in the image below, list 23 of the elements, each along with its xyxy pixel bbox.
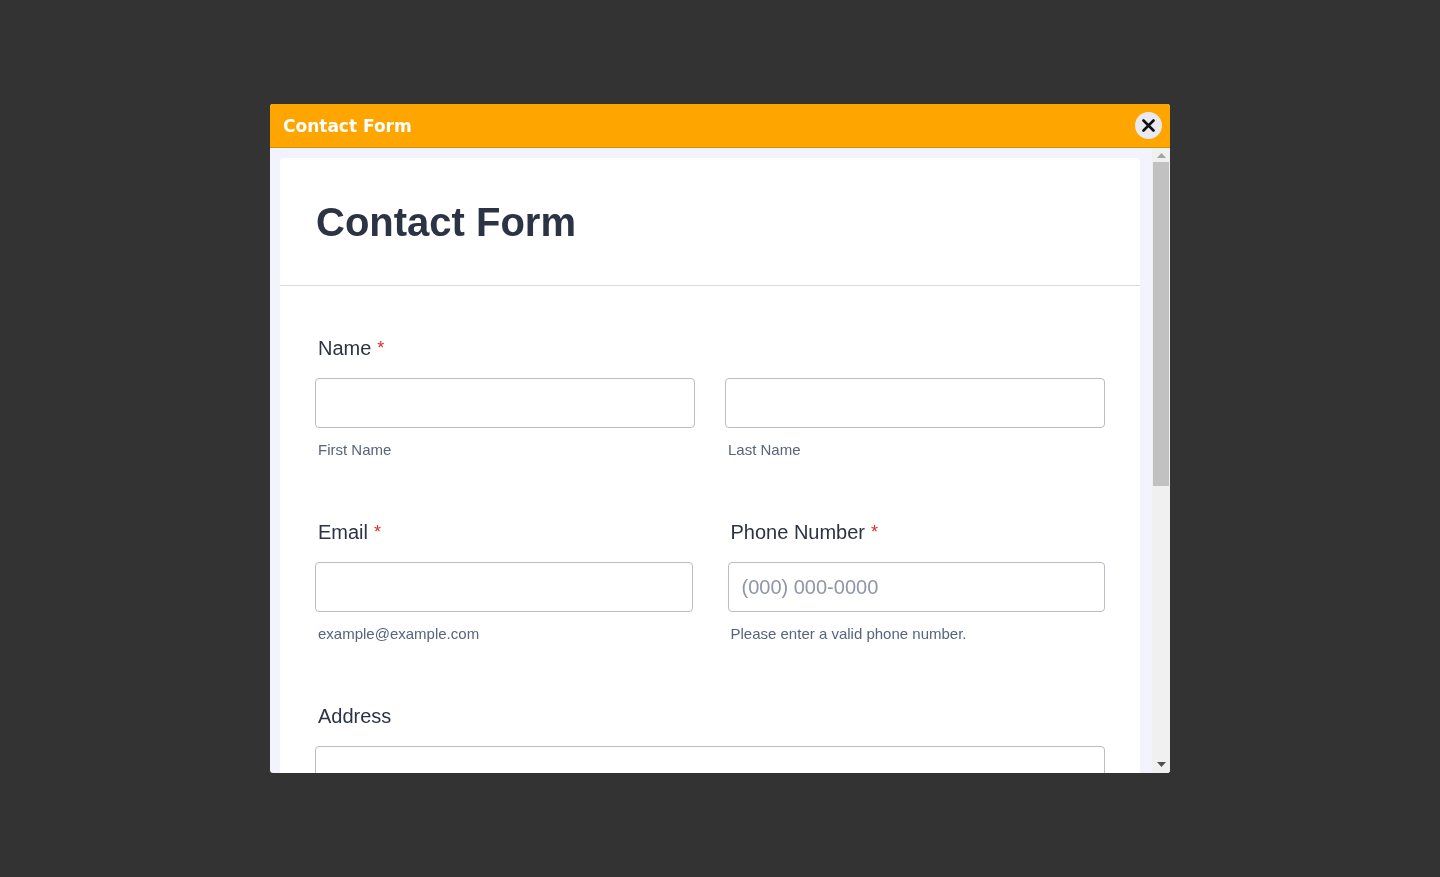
field-label: Phone Number: [730, 520, 866, 544]
field-label: Name: [318, 336, 372, 360]
input-field[interactable]: [725, 378, 1105, 428]
field-hint: Please enter a valid phone number.: [730, 625, 967, 643]
required-mark: *: [377, 337, 385, 359]
field-label: Address: [318, 704, 392, 728]
required-mark: *: [871, 521, 879, 543]
dialog-title: Contact Form: [283, 115, 412, 136]
close-button[interactable]: [1135, 112, 1162, 139]
scrollbar[interactable]: [1152, 148, 1170, 773]
scrollbar-thumb[interactable]: [1153, 162, 1169, 486]
field-hint: example@example.com: [318, 625, 480, 643]
field-hint: Last Name: [728, 441, 801, 459]
scroll-up-arrow-icon[interactable]: [1156, 153, 1166, 158]
input-field[interactable]: (000) 000-0000: [727, 562, 1105, 612]
scroll-down-arrow-icon[interactable]: [1156, 762, 1166, 767]
field-label: Email: [318, 520, 368, 544]
input-field[interactable]: [315, 378, 695, 428]
close-icon: [1142, 119, 1155, 132]
input-field[interactable]: [315, 562, 693, 612]
field-hint: First Name: [318, 441, 392, 459]
required-mark: *: [374, 521, 382, 543]
form-heading: Contact Form: [316, 199, 576, 246]
